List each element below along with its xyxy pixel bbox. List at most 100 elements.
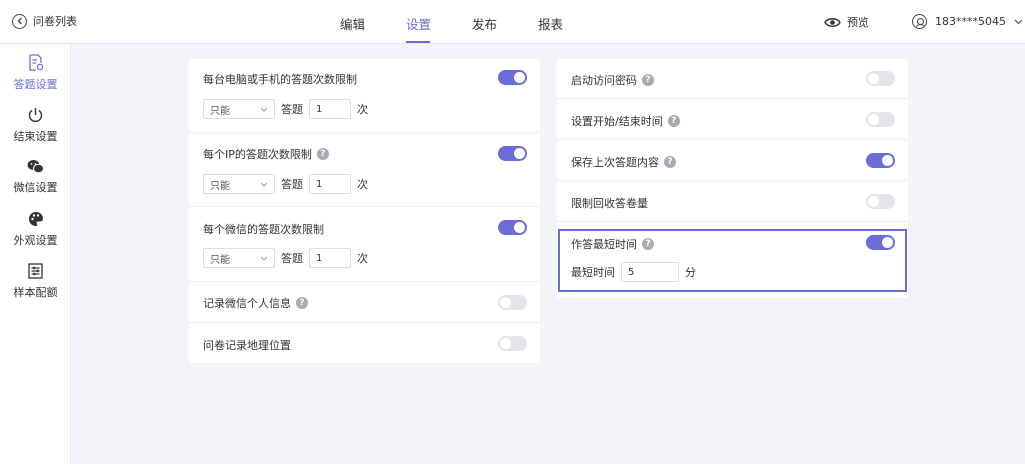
device-limit-controls: 只能 答题 1 次 xyxy=(203,99,368,119)
record-location-row: 问卷记录地理位置 xyxy=(189,323,540,363)
quota-icon xyxy=(28,262,43,279)
ip-limit-row: 每个IP的答题次数限制 ? 只能 答题 1 次 xyxy=(189,133,540,207)
sidebar-item-label: 答题设置 xyxy=(13,78,58,91)
record-location-toggle[interactable] xyxy=(498,336,527,351)
tab-settings[interactable]: 设置 xyxy=(406,14,431,33)
sidebar-item-label: 结束设置 xyxy=(13,129,58,143)
toggle-knob xyxy=(500,297,511,308)
limit-mode-select[interactable]: 只能 xyxy=(203,99,275,119)
toggle-knob xyxy=(868,73,879,84)
active-tab-indicator xyxy=(406,41,430,43)
preview-button[interactable]: 预览 xyxy=(824,14,869,30)
help-icon[interactable]: ? xyxy=(642,74,654,86)
row-title: 每台电脑或手机的答题次数限制 xyxy=(203,71,357,87)
ip-limit-title: 每个IP的答题次数限制 xyxy=(203,148,312,161)
start-end-time-title: 设置开始/结束时间 xyxy=(571,115,663,128)
limit-responses-title: 限制回收答卷量 xyxy=(571,197,648,210)
help-icon[interactable]: ? xyxy=(316,148,329,160)
wechat-limit-title: 每个微信的答题次数限制 xyxy=(203,223,324,236)
access-password-row: 启动访问密码 ? xyxy=(557,59,908,99)
eye-icon xyxy=(824,17,841,27)
header-tabs: 编辑 设置 发布 报表 xyxy=(0,0,1025,44)
times-unit: 次 xyxy=(357,178,368,191)
select-value: 只能 xyxy=(210,105,230,117)
times-unit: 次 xyxy=(357,103,368,116)
wechat-limit-controls: 只能 答题 1 次 xyxy=(203,248,368,268)
limit-responses-toggle[interactable] xyxy=(866,194,895,209)
toggle-knob xyxy=(514,222,525,233)
limit-count-input[interactable]: 1 xyxy=(309,248,351,268)
chevron-down-icon xyxy=(1014,19,1023,24)
wechat-limit-row: 每个微信的答题次数限制 只能 答题 1 次 xyxy=(189,207,540,282)
back-label: 问卷列表 xyxy=(33,15,77,28)
toggle-knob xyxy=(514,148,525,159)
toggle-knob xyxy=(882,155,893,166)
power-icon xyxy=(28,107,43,122)
limit-responses-row: 限制回收答卷量 xyxy=(557,181,908,222)
save-last-answer-row: 保存上次答题内容 ? xyxy=(557,140,908,181)
user-menu[interactable]: 183****5045 xyxy=(912,14,1023,29)
toggle-knob xyxy=(868,196,879,207)
sidebar-item-label: 样本配额 xyxy=(13,285,58,299)
access-password-toggle[interactable] xyxy=(866,71,895,86)
preview-label: 预览 xyxy=(847,16,869,29)
access-password-title: 启动访问密码 xyxy=(571,74,637,87)
sidebar-item-sample-quota[interactable]: 样本配额 xyxy=(0,255,71,307)
user-phone: 183****5045 xyxy=(935,15,1006,28)
file-settings-icon xyxy=(28,54,43,71)
row-title: 限制回收答卷量 xyxy=(571,195,648,211)
ip-limit-toggle[interactable] xyxy=(498,146,527,161)
device-limit-row: 每台电脑或手机的答题次数限制 只能 答题 1 次 xyxy=(189,59,540,133)
chevron-down-icon xyxy=(260,107,268,112)
top-bar: 问卷列表 编辑 设置 发布 报表 预览 183****5045 xyxy=(0,0,1025,44)
limit-mode-select[interactable]: 只能 xyxy=(203,248,275,268)
sidebar: 答题设置 结束设置 微信设置 外观设置 样本配额 xyxy=(0,45,71,464)
toggle-knob xyxy=(514,72,525,83)
sidebar-item-end-settings[interactable]: 结束设置 xyxy=(0,99,71,151)
palette-icon xyxy=(28,211,43,226)
answer-limit-card: 每台电脑或手机的答题次数限制 只能 答题 1 次 每个IP的答题次数限制 ? 只… xyxy=(189,59,540,363)
tab-edit[interactable]: 编辑 xyxy=(340,14,365,33)
tab-publish[interactable]: 发布 xyxy=(472,14,497,33)
back-to-list-button[interactable]: 问卷列表 xyxy=(12,13,77,29)
answer-word: 答题 xyxy=(281,252,303,265)
sidebar-item-wechat-settings[interactable]: 微信设置 xyxy=(0,151,71,203)
start-end-time-toggle[interactable] xyxy=(866,112,895,127)
times-unit: 次 xyxy=(357,252,368,265)
toggle-knob xyxy=(868,114,879,125)
back-arrow-icon xyxy=(12,13,27,29)
help-icon[interactable]: ? xyxy=(296,297,308,309)
row-title: 启动访问密码 ? xyxy=(571,72,654,88)
highlight-box xyxy=(558,229,907,292)
answer-word: 答题 xyxy=(281,103,303,116)
select-value: 只能 xyxy=(210,254,230,266)
sidebar-item-appearance-settings[interactable]: 外观设置 xyxy=(0,203,71,255)
row-title: 设置开始/结束时间 ? xyxy=(571,113,680,129)
row-title: 每个IP的答题次数限制 ? xyxy=(203,146,329,162)
toggle-knob xyxy=(500,338,511,349)
chevron-down-icon xyxy=(260,256,268,261)
record-wechat-info-row: 记录微信个人信息 ? xyxy=(189,282,540,323)
start-end-time-row: 设置开始/结束时间 ? xyxy=(557,99,908,140)
save-last-answer-toggle[interactable] xyxy=(866,153,895,168)
sidebar-item-label: 外观设置 xyxy=(13,233,58,247)
device-limit-toggle[interactable] xyxy=(498,70,527,85)
save-last-answer-title: 保存上次答题内容 xyxy=(571,156,659,169)
tab-report[interactable]: 报表 xyxy=(538,14,563,33)
row-title: 记录微信个人信息 ? xyxy=(203,295,308,311)
wechat-limit-toggle[interactable] xyxy=(498,220,527,235)
record-wechat-info-title: 记录微信个人信息 xyxy=(203,297,291,310)
help-icon[interactable]: ? xyxy=(664,156,676,168)
limit-count-input[interactable]: 1 xyxy=(309,174,351,194)
wechat-icon xyxy=(27,160,44,174)
limit-count-input[interactable]: 1 xyxy=(309,99,351,119)
record-location-title: 问卷记录地理位置 xyxy=(203,339,291,352)
select-value: 只能 xyxy=(210,180,230,192)
help-icon[interactable]: ? xyxy=(667,115,680,127)
chevron-down-icon xyxy=(260,182,268,187)
sidebar-item-answer-settings[interactable]: 答题设置 xyxy=(0,47,71,99)
row-title: 保存上次答题内容 ? xyxy=(571,154,676,170)
device-limit-title: 每台电脑或手机的答题次数限制 xyxy=(203,73,357,86)
record-wechat-info-toggle[interactable] xyxy=(498,295,527,310)
limit-mode-select[interactable]: 只能 xyxy=(203,174,275,194)
